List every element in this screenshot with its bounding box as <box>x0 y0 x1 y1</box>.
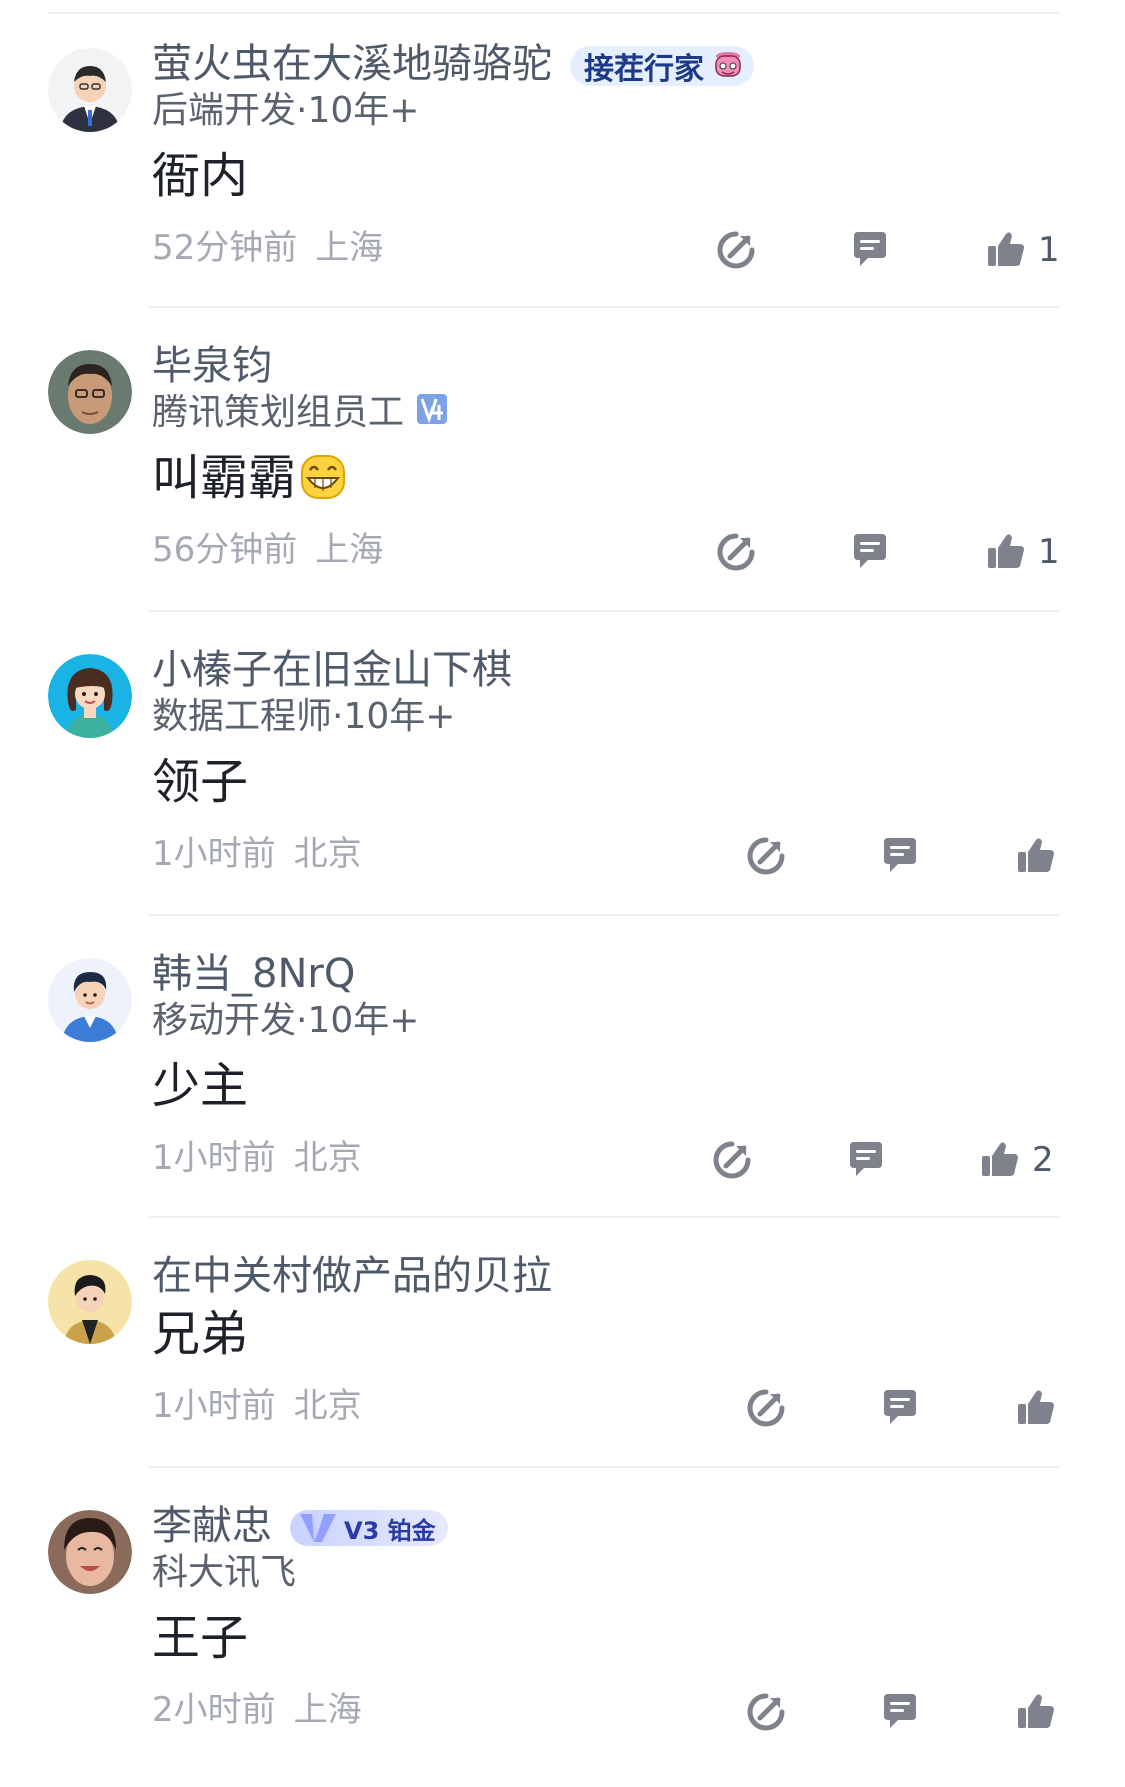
comment-content: 兄弟 <box>152 1306 249 1362</box>
comment-icon[interactable] <box>848 530 892 574</box>
comment-divider <box>148 306 1061 308</box>
comment-meta: 1小时前 北京 <box>152 1382 362 1430</box>
comment-location: 北京 <box>293 1386 362 1426</box>
share-icon[interactable] <box>744 834 788 878</box>
thumbs-up-icon[interactable] <box>1014 1690 1058 1734</box>
comment-divider <box>148 914 1061 916</box>
avatar[interactable] <box>48 958 132 1042</box>
user-title: 后端开发·10年+ <box>152 90 420 131</box>
grinning-emoji <box>300 452 346 516</box>
comment-location: 上海 <box>315 228 384 268</box>
comment-content: 少主 <box>152 1058 249 1114</box>
v3-badge[interactable]: V3 铂金 <box>290 1506 448 1550</box>
comment-text: 叫霸霸 <box>152 450 297 506</box>
share-icon[interactable] <box>744 1386 788 1430</box>
comment-time: 52分钟前 <box>152 228 298 268</box>
avatar[interactable] <box>48 350 132 434</box>
comment-time: 56分钟前 <box>152 530 298 570</box>
comment-divider <box>148 610 1061 612</box>
thumbs-up-icon[interactable] <box>978 1138 1022 1182</box>
share-icon[interactable] <box>710 1138 754 1182</box>
comment-divider <box>148 1466 1061 1468</box>
thumbs-up-icon[interactable] <box>1014 834 1058 878</box>
username[interactable]: 李献忠 <box>152 1498 272 1554</box>
expert-badge[interactable]: 接茬行家 <box>570 44 754 88</box>
avatar[interactable] <box>48 1510 132 1594</box>
comment-icon[interactable] <box>848 228 892 272</box>
share-icon[interactable] <box>714 530 758 574</box>
top-divider <box>48 12 1061 14</box>
badge-label: 接茬行家 <box>584 52 704 87</box>
comment-meta: 1小时前 北京 <box>152 1134 362 1182</box>
thumbs-up-icon[interactable] <box>984 530 1028 574</box>
username[interactable]: 萤火虫在大溪地骑骆驼 <box>152 36 552 92</box>
comment-icon[interactable] <box>878 834 922 878</box>
comment-icon[interactable] <box>878 1690 922 1734</box>
username[interactable]: 小榛子在旧金山下棋 <box>152 642 512 698</box>
username[interactable]: 在中关村做产品的贝拉 <box>152 1248 552 1304</box>
comment-location: 北京 <box>293 1138 362 1178</box>
comment-location: 上海 <box>293 1690 362 1730</box>
badge-label: V3 铂金 <box>344 1516 436 1545</box>
pot-icon <box>715 52 741 77</box>
user-title: 数据工程师·10年+ <box>152 696 456 737</box>
user-title: 腾讯策划组员工 <box>152 388 448 439</box>
thumbs-up-icon[interactable] <box>984 228 1028 272</box>
share-icon[interactable] <box>714 228 758 272</box>
comment-divider <box>148 1216 1061 1218</box>
comment-content: 王子 <box>152 1610 249 1666</box>
comment-meta: 1小时前 北京 <box>152 830 362 878</box>
comment-location: 北京 <box>293 834 362 874</box>
v-logo-icon <box>300 1514 336 1542</box>
comment-time: 2小时前 <box>152 1690 276 1730</box>
avatar[interactable] <box>48 654 132 738</box>
user-title: 科大讯飞 <box>152 1552 297 1593</box>
comment-icon[interactable] <box>844 1138 888 1182</box>
share-icon[interactable] <box>744 1690 788 1734</box>
comment-time: 1小时前 <box>152 1386 276 1426</box>
like-count: 1 <box>1038 230 1060 270</box>
like-count: 1 <box>1038 532 1060 572</box>
username[interactable]: 毕泉钧 <box>152 338 272 394</box>
user-title-text: 腾讯策划组员工 <box>152 392 405 433</box>
thumbs-up-icon[interactable] <box>1014 1386 1058 1430</box>
comment-time: 1小时前 <box>152 834 276 874</box>
comment-meta: 2小时前 上海 <box>152 1686 362 1734</box>
comment-meta: 56分钟前 上海 <box>152 526 383 574</box>
comment-icon[interactable] <box>878 1386 922 1430</box>
level-4-icon <box>416 389 448 439</box>
avatar[interactable] <box>48 48 132 132</box>
comment-time: 1小时前 <box>152 1138 276 1178</box>
comment-content: 领子 <box>152 754 249 810</box>
comment-content: 叫霸霸 <box>152 446 346 516</box>
like-count: 2 <box>1032 1140 1054 1180</box>
user-title: 移动开发·10年+ <box>152 1000 420 1041</box>
username[interactable]: 韩当_8NrQ <box>152 946 355 1002</box>
comment-content: 衙内 <box>152 148 249 204</box>
comment-meta: 52分钟前 上海 <box>152 224 383 272</box>
avatar[interactable] <box>48 1260 132 1344</box>
comment-location: 上海 <box>315 530 384 570</box>
